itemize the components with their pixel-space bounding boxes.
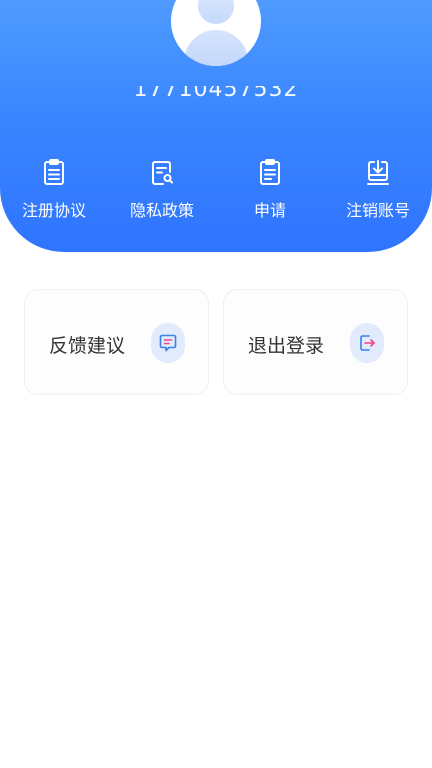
download-tray-icon xyxy=(365,158,391,186)
feedback-card[interactable]: 反馈建议 xyxy=(24,289,209,395)
document-search-icon xyxy=(149,158,175,186)
menu-item-privacy-policy[interactable]: 隐私政策 xyxy=(108,158,216,228)
feedback-label: 反馈建议 xyxy=(49,335,126,357)
profile-page: 17710457532 注册协议 隐私政策 申请 注销账号 反馈建议 退出登录 xyxy=(0,0,432,768)
menu-item-register-agreement[interactable]: 注册协议 xyxy=(0,158,108,228)
clipboard-icon xyxy=(41,158,67,186)
phone-number-row: 17710457532 xyxy=(0,86,432,116)
menu-item-apply[interactable]: 申请 xyxy=(216,158,324,228)
menu-item-cancel-account[interactable]: 注销账号 xyxy=(324,158,432,228)
phone-number: 17710457532 xyxy=(133,86,299,102)
logout-icon xyxy=(350,323,384,363)
clipboard-list-icon xyxy=(257,158,283,186)
avatar-body xyxy=(184,30,248,66)
menu-item-label: 隐私政策 xyxy=(129,201,194,220)
menu-item-label: 申请 xyxy=(253,201,286,220)
quick-menu: 注册协议 隐私政策 申请 注销账号 xyxy=(0,158,432,228)
avatar-head xyxy=(198,0,234,24)
logout-card[interactable]: 退出登录 xyxy=(223,289,408,395)
avatar[interactable] xyxy=(171,0,261,66)
logout-label: 退出登录 xyxy=(248,335,325,357)
profile-header: 17710457532 注册协议 隐私政策 申请 注销账号 xyxy=(0,0,432,252)
menu-item-label: 注销账号 xyxy=(345,201,410,220)
menu-item-label: 注册协议 xyxy=(21,201,86,220)
message-icon xyxy=(151,323,185,363)
